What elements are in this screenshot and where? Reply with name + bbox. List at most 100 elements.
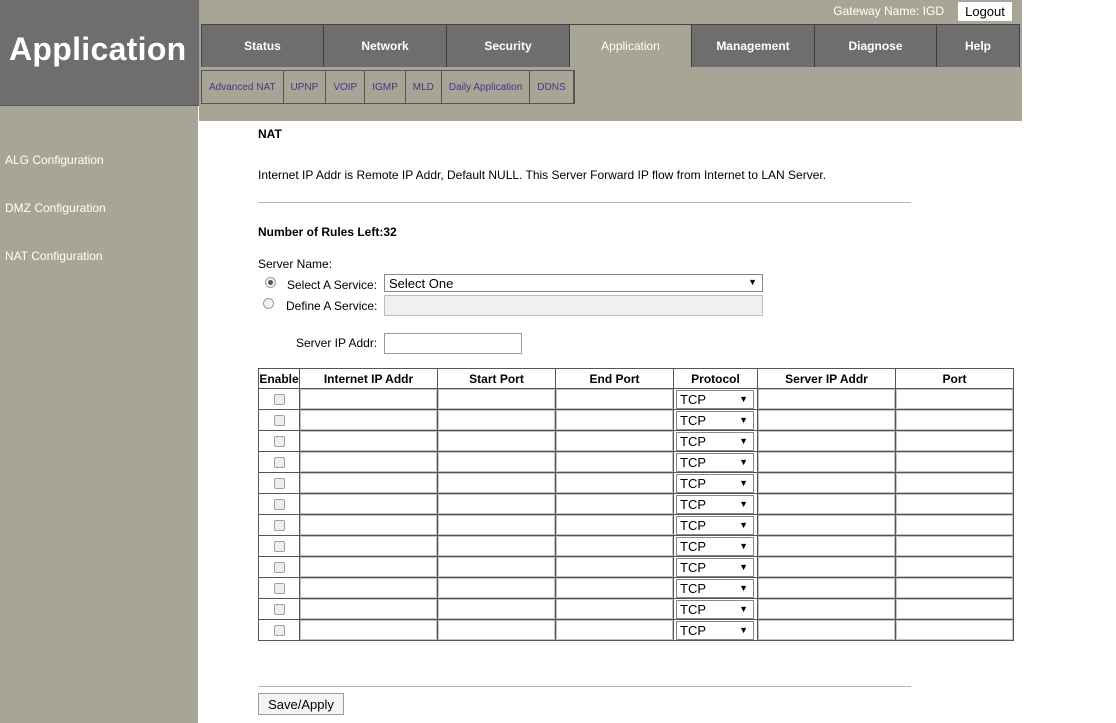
enable-checkbox[interactable] — [273, 435, 285, 447]
start-port-input[interactable] — [438, 536, 555, 556]
sidebar-item-dmz[interactable]: DMZ Configuration — [5, 201, 106, 215]
server-ip-input[interactable] — [384, 333, 522, 354]
start-port-input[interactable] — [438, 494, 555, 514]
protocol-select[interactable]: TCP ▼ — [676, 557, 754, 577]
sidebar-item-nat[interactable]: NAT Configuration — [5, 249, 103, 263]
save-apply-button[interactable]: Save/Apply — [258, 693, 344, 715]
protocol-select[interactable]: TCP ▼ — [676, 536, 754, 556]
server-ip-cell-input[interactable] — [758, 494, 895, 514]
protocol-select[interactable]: TCP ▼ — [676, 389, 754, 409]
enable-checkbox[interactable] — [273, 393, 285, 405]
server-ip-cell-input[interactable] — [758, 431, 895, 451]
end-port-input[interactable] — [556, 431, 673, 451]
port-input[interactable] — [896, 515, 1013, 535]
start-port-input[interactable] — [438, 578, 555, 598]
internet-ip-input[interactable] — [300, 410, 437, 430]
enable-checkbox[interactable] — [273, 561, 285, 573]
enable-checkbox[interactable] — [273, 414, 285, 426]
server-ip-cell-input[interactable] — [758, 599, 895, 619]
subtab-upnp[interactable]: UPNP — [284, 71, 327, 103]
internet-ip-input[interactable] — [300, 578, 437, 598]
tab-help[interactable]: Help — [937, 25, 1019, 67]
subtab-igmp[interactable]: IGMP — [365, 71, 406, 103]
start-port-input[interactable] — [438, 620, 555, 640]
subtab-voip[interactable]: VOIP — [326, 71, 366, 103]
end-port-input[interactable] — [556, 620, 673, 640]
end-port-input[interactable] — [556, 578, 673, 598]
sidebar-item-alg[interactable]: ALG Configuration — [5, 153, 104, 167]
internet-ip-input[interactable] — [300, 494, 437, 514]
tab-application[interactable]: Application — [570, 25, 692, 67]
port-input[interactable] — [896, 410, 1013, 430]
server-ip-cell-input[interactable] — [758, 620, 895, 640]
end-port-input[interactable] — [556, 452, 673, 472]
start-port-input[interactable] — [438, 431, 555, 451]
internet-ip-input[interactable] — [300, 599, 437, 619]
port-input[interactable] — [896, 452, 1013, 472]
define-service-input[interactable] — [384, 295, 763, 316]
enable-checkbox[interactable] — [273, 519, 285, 531]
end-port-input[interactable] — [556, 599, 673, 619]
subtab-advanced-nat[interactable]: Advanced NAT — [202, 71, 284, 103]
protocol-select[interactable]: TCP ▼ — [676, 620, 754, 640]
start-port-input[interactable] — [438, 452, 555, 472]
end-port-input[interactable] — [556, 410, 673, 430]
end-port-input[interactable] — [556, 536, 673, 556]
server-ip-cell-input[interactable] — [758, 410, 895, 430]
tab-diagnose[interactable]: Diagnose — [815, 25, 937, 67]
port-input[interactable] — [896, 557, 1013, 577]
internet-ip-input[interactable] — [300, 389, 437, 409]
internet-ip-input[interactable] — [300, 431, 437, 451]
server-ip-cell-input[interactable] — [758, 515, 895, 535]
internet-ip-input[interactable] — [300, 473, 437, 493]
subtab-ddns[interactable]: DDNS — [530, 71, 574, 103]
enable-checkbox[interactable] — [273, 477, 285, 489]
service-select[interactable]: Select One ▼ — [384, 274, 763, 292]
port-input[interactable] — [896, 473, 1013, 493]
internet-ip-input[interactable] — [300, 557, 437, 577]
start-port-input[interactable] — [438, 515, 555, 535]
tab-security[interactable]: Security — [447, 25, 570, 67]
port-input[interactable] — [896, 620, 1013, 640]
server-ip-cell-input[interactable] — [758, 536, 895, 556]
internet-ip-input[interactable] — [300, 515, 437, 535]
port-input[interactable] — [896, 536, 1013, 556]
internet-ip-input[interactable] — [300, 536, 437, 556]
server-ip-cell-input[interactable] — [758, 578, 895, 598]
start-port-input[interactable] — [438, 473, 555, 493]
port-input[interactable] — [896, 431, 1013, 451]
protocol-select[interactable]: TCP ▼ — [676, 599, 754, 619]
end-port-input[interactable] — [556, 494, 673, 514]
define-service-radio[interactable] — [263, 298, 274, 309]
logout-button[interactable]: Logout — [958, 2, 1012, 21]
end-port-input[interactable] — [556, 515, 673, 535]
start-port-input[interactable] — [438, 599, 555, 619]
enable-checkbox[interactable] — [273, 624, 285, 636]
subtab-mld[interactable]: MLD — [406, 71, 442, 103]
port-input[interactable] — [896, 578, 1013, 598]
start-port-input[interactable] — [438, 557, 555, 577]
protocol-select[interactable]: TCP ▼ — [676, 431, 754, 451]
port-input[interactable] — [896, 599, 1013, 619]
tab-management[interactable]: Management — [692, 25, 815, 67]
server-ip-cell-input[interactable] — [758, 557, 895, 577]
start-port-input[interactable] — [438, 389, 555, 409]
end-port-input[interactable] — [556, 557, 673, 577]
subtab-daily-application[interactable]: Daily Application — [442, 71, 531, 103]
protocol-select[interactable]: TCP ▼ — [676, 473, 754, 493]
enable-checkbox[interactable] — [273, 582, 285, 594]
end-port-input[interactable] — [556, 389, 673, 409]
server-ip-cell-input[interactable] — [758, 389, 895, 409]
enable-checkbox[interactable] — [273, 498, 285, 510]
server-ip-cell-input[interactable] — [758, 452, 895, 472]
select-service-radio[interactable] — [265, 277, 276, 288]
protocol-select[interactable]: TCP ▼ — [676, 515, 754, 535]
end-port-input[interactable] — [556, 473, 673, 493]
protocol-select[interactable]: TCP ▼ — [676, 452, 754, 472]
protocol-select[interactable]: TCP ▼ — [676, 578, 754, 598]
tab-network[interactable]: Network — [324, 25, 447, 67]
port-input[interactable] — [896, 494, 1013, 514]
tab-status[interactable]: Status — [202, 25, 324, 67]
protocol-select[interactable]: TCP ▼ — [676, 494, 754, 514]
port-input[interactable] — [896, 389, 1013, 409]
